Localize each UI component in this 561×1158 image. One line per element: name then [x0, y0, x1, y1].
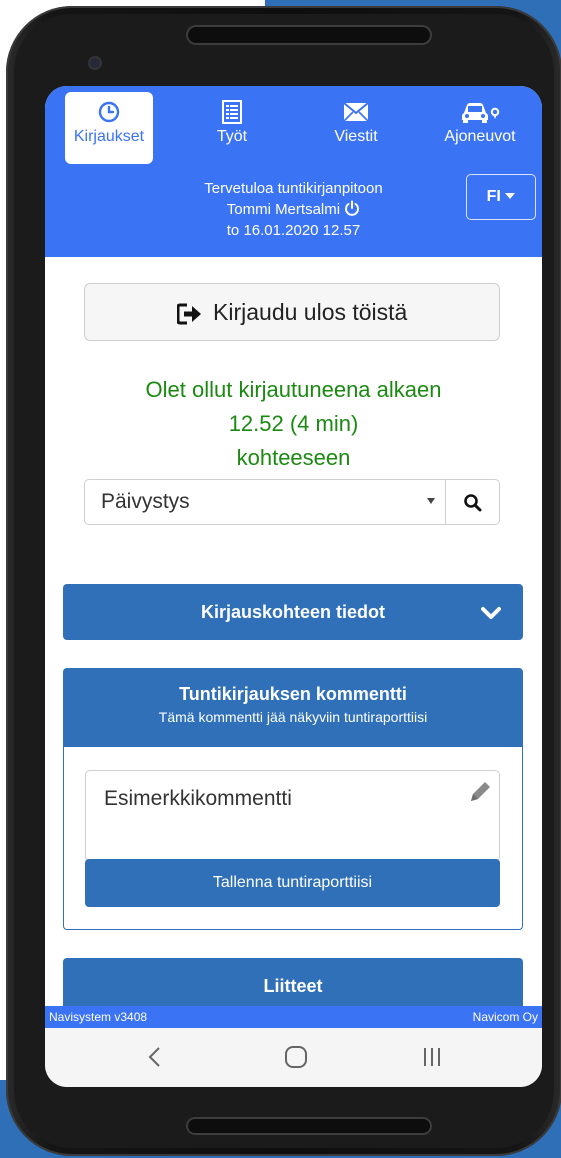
chevron-down-icon: [481, 607, 501, 619]
language-label: FI: [486, 188, 501, 205]
logout-button[interactable]: Kirjaudu ulos töistä: [84, 283, 500, 341]
status-line-2: 12.52 (4 min): [228, 411, 359, 436]
nav-item-viestit[interactable]: Viestit: [313, 92, 399, 164]
back-icon: [148, 1047, 160, 1067]
save-comment-button[interactable]: Tallenna tuntiraporttiisi: [85, 859, 500, 907]
list-icon: [222, 100, 242, 124]
sign-out-icon: [176, 303, 201, 325]
user-name: Tommi Mertsalmi: [226, 201, 341, 218]
nav-label: Ajoneuvot: [444, 128, 516, 145]
envelope-icon: [343, 102, 369, 122]
welcome-text: Tervetuloa tuntikirjanpitoon: [204, 180, 383, 197]
nav-label: Kirjaukset: [73, 128, 145, 145]
attachments-title: Liitteet: [263, 976, 323, 996]
search-button[interactable]: [446, 479, 500, 525]
home-icon: [285, 1046, 307, 1068]
save-comment-label: Tallenna tuntiraporttiisi: [212, 874, 373, 891]
top-nav: Kirjaukset Työt Viestit Ajoneuvot: [45, 92, 542, 164]
status-line-1: Olet ollut kirjautuneena alkaen: [145, 377, 442, 402]
nav-item-ajoneuvot[interactable]: Ajoneuvot: [425, 92, 535, 164]
datetime: to 16.01.2020 12.57: [226, 222, 361, 239]
recents-button[interactable]: [417, 1044, 447, 1070]
status-line-3: kohteeseen: [236, 445, 351, 470]
clock-icon: [98, 101, 120, 123]
back-button[interactable]: [141, 1044, 171, 1070]
car-icon: [462, 103, 500, 123]
footer-company: Navicom Oy: [472, 1010, 538, 1024]
select-caret-icon: [427, 498, 435, 504]
front-camera: [88, 56, 102, 70]
login-status: Olet ollut kirjautuneena alkaen 12.52 (4…: [65, 373, 522, 475]
comment-title: Tuntikirjauksen kommentti: [179, 684, 407, 704]
earpiece-speaker: [186, 25, 432, 45]
target-selected-value: Päivystys: [101, 490, 190, 513]
comment-subtitle: Tämä kommentti jää näkyviin tuntiraportt…: [158, 709, 428, 725]
search-icon: [464, 494, 482, 512]
comment-card: Tuntikirjauksen kommentti Tämä kommentti…: [63, 668, 523, 930]
android-navigation-bar: [45, 1028, 542, 1087]
target-select[interactable]: Päivystys: [84, 479, 446, 525]
nav-label: Viestit: [334, 128, 378, 145]
app-header: Kirjaukset Työt Viestit Ajoneuvot Tervet…: [45, 86, 542, 257]
language-dropdown[interactable]: FI: [466, 174, 536, 220]
bottom-speaker: [186, 1117, 432, 1135]
recents-icon: [424, 1048, 440, 1066]
target-info-title: Kirjauskohteen tiedot: [200, 602, 386, 622]
target-info-panel[interactable]: Kirjauskohteen tiedot: [63, 584, 523, 640]
home-button[interactable]: [281, 1044, 311, 1070]
nav-item-tyot[interactable]: Työt: [195, 92, 269, 164]
pencil-icon: [471, 782, 490, 801]
logout-label: Kirjaudu ulos töistä: [213, 299, 408, 325]
nav-label: Työt: [216, 128, 248, 145]
caret-down-icon: [505, 193, 516, 199]
comment-textarea[interactable]: Esimerkkikommentti: [85, 770, 500, 862]
power-icon[interactable]: [344, 200, 360, 216]
phone-screen: Kirjaukset Työt Viestit Ajoneuvot Tervet…: [45, 86, 542, 1087]
welcome-block: Tervetuloa tuntikirjanpitoon Tommi Merts…: [135, 178, 452, 241]
comment-header: Tuntikirjauksen kommentti Tämä kommentti…: [64, 669, 522, 747]
footer-version: Navisystem v3408: [49, 1010, 148, 1024]
user-line: Tommi Mertsalmi: [135, 199, 452, 220]
app-footer: Navisystem v3408 Navicom Oy: [45, 1006, 542, 1028]
comment-value: Esimerkkikommentti: [104, 787, 292, 810]
nav-item-kirjaukset[interactable]: Kirjaukset: [65, 92, 153, 164]
